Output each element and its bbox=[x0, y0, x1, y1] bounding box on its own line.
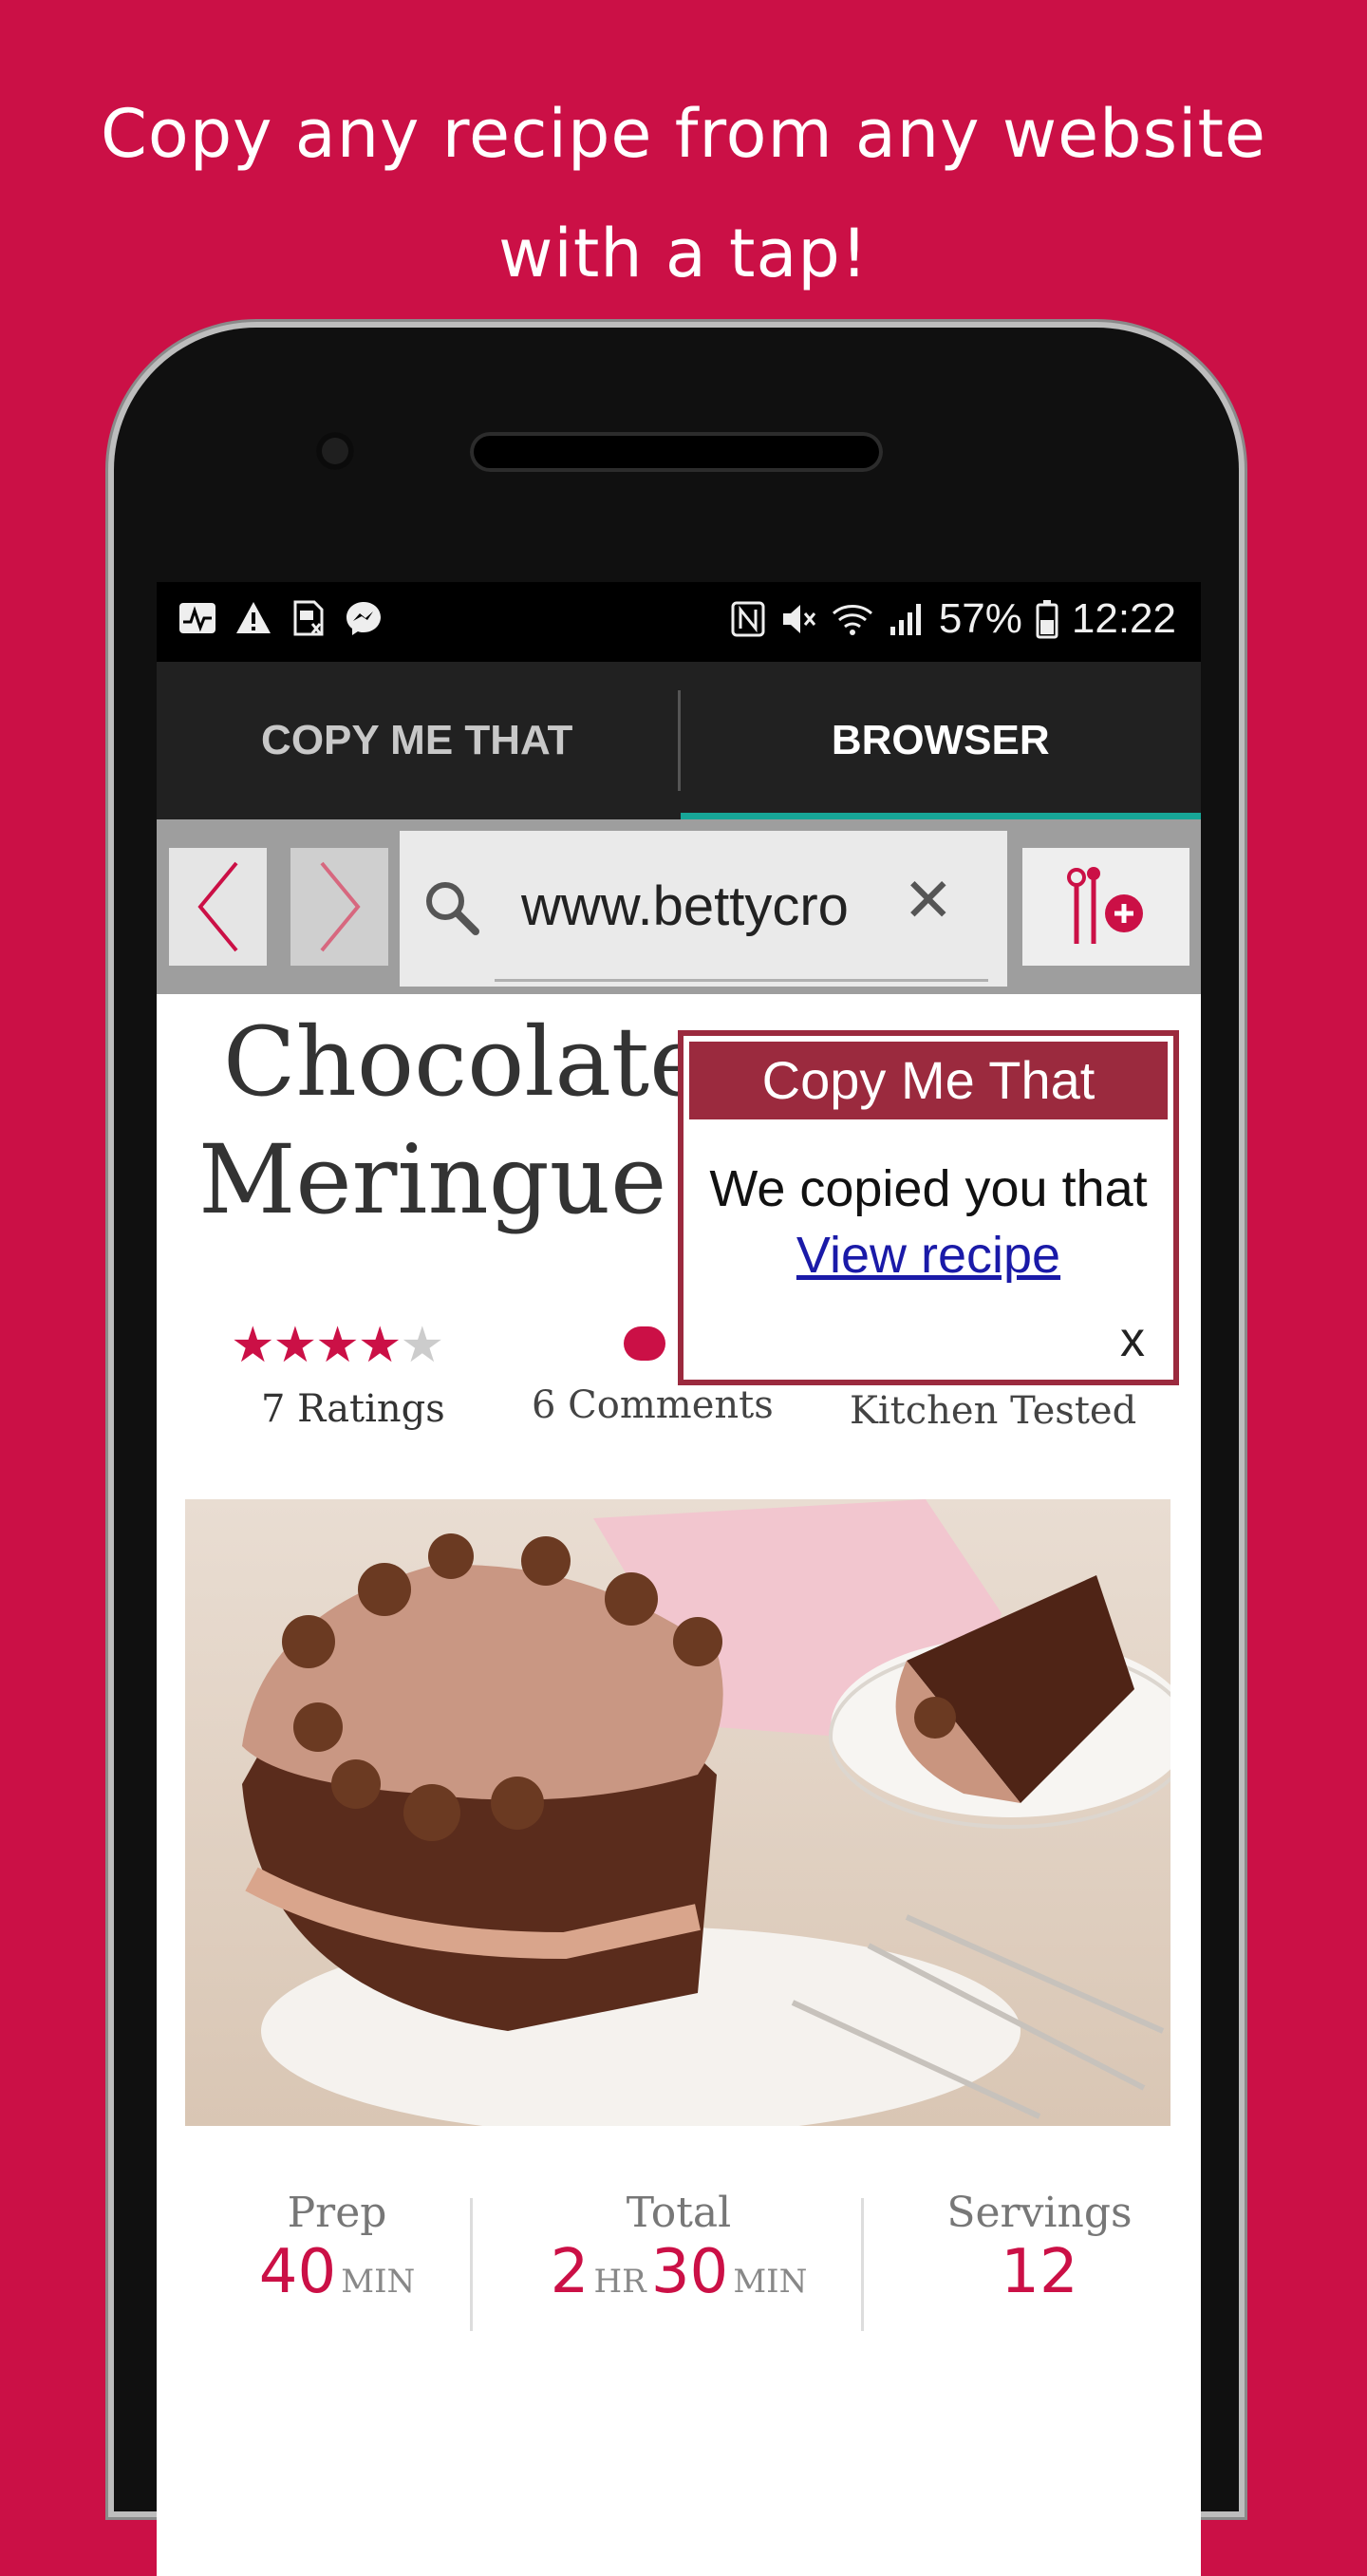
battery-icon bbox=[1036, 600, 1058, 639]
popup-message: We copied you that bbox=[709, 1160, 1148, 1217]
wifi-icon bbox=[832, 605, 872, 635]
clock: 12:22 bbox=[1071, 595, 1176, 642]
sim-icon bbox=[293, 600, 324, 636]
url-bar[interactable]: www.bettycrocker.com ✕ bbox=[400, 831, 1007, 987]
servings-label: Servings bbox=[946, 2189, 1133, 2237]
headline-line-2: with a tap! bbox=[498, 215, 869, 292]
cake-illustration bbox=[185, 1499, 1170, 2126]
phone-frame: 57% 12:22 COPY ME THAT BROWSER www.betty… bbox=[114, 328, 1239, 2576]
recipe-title-line-2: Meringue bbox=[198, 1124, 667, 1235]
recipe-title: Chocolate Meringue bbox=[198, 1004, 706, 1239]
servings: Servings 12 bbox=[916, 2189, 1163, 2307]
recipe-photo bbox=[185, 1499, 1170, 2126]
headline-line-1: Copy any recipe from any website bbox=[100, 95, 1266, 173]
total-hr-unit: HR bbox=[593, 2263, 646, 2301]
phone-screen: 57% 12:22 COPY ME THAT BROWSER www.betty… bbox=[157, 582, 1201, 2576]
status-bar: 57% 12:22 bbox=[157, 582, 1201, 662]
recipe-title-line-1: Chocolate bbox=[223, 1006, 706, 1118]
forward-button[interactable] bbox=[290, 848, 388, 966]
search-icon bbox=[426, 882, 479, 935]
activity-icon bbox=[179, 603, 215, 633]
chevron-right-icon bbox=[319, 861, 361, 952]
copied-popup: Copy Me That We copied you that View rec… bbox=[678, 1030, 1179, 1385]
comments-count[interactable]: 6 Comments bbox=[532, 1383, 774, 1427]
url-underline bbox=[495, 979, 988, 982]
url-text[interactable]: www.bettycrocker.com bbox=[521, 874, 849, 938]
popup-close-button[interactable]: x bbox=[1120, 1311, 1145, 1368]
tab-copy-me-that[interactable]: COPY ME THAT bbox=[157, 662, 678, 819]
total-min-unit: MIN bbox=[733, 2263, 808, 2301]
total-time: Total 2 HR 30 MIN bbox=[517, 2189, 840, 2307]
time-divider bbox=[861, 2198, 864, 2331]
prep-value: 40 bbox=[258, 2237, 337, 2307]
prep-time: Prep 40 MIN bbox=[233, 2189, 441, 2307]
view-recipe-link[interactable]: View recipe bbox=[684, 1226, 1173, 1285]
web-page-content: Chocolate Meringue ★★★★★ 7 Ratings 6 Com… bbox=[157, 994, 1201, 2576]
popup-title: Copy Me That bbox=[689, 1042, 1168, 1119]
mute-icon bbox=[782, 605, 815, 633]
total-hours: 2 bbox=[550, 2237, 590, 2307]
promo-headline: Copy any recipe from any website with a … bbox=[0, 74, 1367, 313]
battery-percent: 57% bbox=[938, 595, 1022, 642]
time-divider bbox=[470, 2198, 473, 2331]
ratings-count[interactable]: 7 Ratings bbox=[261, 1387, 445, 1431]
chevron-left-icon bbox=[197, 861, 238, 952]
prep-unit: MIN bbox=[341, 2263, 416, 2301]
kitchen-tested-label: Kitchen Tested bbox=[850, 1389, 1137, 1433]
total-label: Total bbox=[626, 2189, 732, 2237]
copy-recipe-icon bbox=[1067, 867, 1143, 944]
total-minutes: 30 bbox=[650, 2237, 729, 2307]
servings-value: 12 bbox=[1001, 2237, 1078, 2307]
clear-url-button[interactable]: ✕ bbox=[903, 865, 954, 936]
warning-icon bbox=[236, 602, 271, 633]
camera-icon bbox=[316, 432, 354, 470]
tab-browser[interactable]: BROWSER bbox=[680, 662, 1202, 819]
copy-recipe-button[interactable] bbox=[1022, 848, 1189, 966]
back-button[interactable] bbox=[169, 848, 267, 966]
nfc-icon bbox=[731, 601, 765, 637]
comment-bubble-icon bbox=[624, 1326, 665, 1361]
recipe-times: Prep 40 MIN Total 2 HR 30 MIN Servings 1… bbox=[157, 2189, 1201, 2341]
messenger-icon bbox=[346, 602, 381, 635]
speaker-grille bbox=[470, 432, 883, 472]
browser-toolbar: www.bettycrocker.com ✕ bbox=[157, 819, 1201, 994]
signal-icon bbox=[889, 604, 921, 635]
top-tabs: COPY ME THAT BROWSER bbox=[157, 662, 1201, 819]
rating-stars: ★★★★★ bbox=[231, 1317, 444, 1374]
prep-label: Prep bbox=[287, 2189, 387, 2237]
